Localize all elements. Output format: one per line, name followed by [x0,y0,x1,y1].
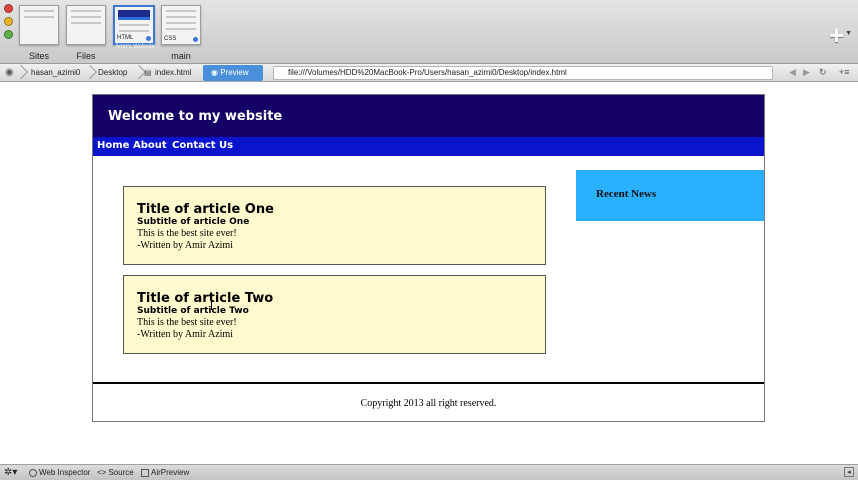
sidebar-title: Recent News [596,188,657,200]
airpreview-button[interactable]: AirPreview [141,465,189,480]
active-dot-icon [193,37,198,42]
crumb-separator-icon [134,64,142,82]
breadcrumb-item-file[interactable]: index.html [155,64,191,82]
breadcrumb-item-home[interactable]: hasan_azimi0 [31,64,80,82]
article-card: Title of article One Subtitle of article… [123,186,546,265]
css-document-thumbnail[interactable]: CSS [161,5,201,45]
article-body: This is the best site ever! [137,317,237,328]
url-field[interactable]: file:///Volumes/HDD%20MacBook-Pro/Users/… [273,66,773,80]
minimize-window-button[interactable] [4,17,13,26]
article-author: -Written by Amir Azimi [137,240,233,251]
recent-news-sidebar: Recent News [576,170,764,221]
airpreview-icon [141,468,149,477]
collapse-icon[interactable]: ◂ [844,467,854,477]
window-controls [4,4,13,43]
file-icon: ▤ [144,68,152,77]
close-window-button[interactable] [4,4,13,13]
back-icon[interactable]: ◀ [789,67,796,78]
sites-thumbnail[interactable] [19,5,59,45]
eye-icon[interactable]: ◉ [5,64,14,82]
article-subtitle: Subtitle of article One [137,217,250,227]
code-icon: <> [97,468,107,477]
settings-icon[interactable]: +≡ [839,67,850,77]
nav-link-contact[interactable]: Contact Us [172,140,233,151]
top-toolbar: Sites Files HTML Amir's Website CSS main… [0,0,858,64]
nav-link-about[interactable]: About [133,140,167,151]
add-tab-button[interactable]: + [829,20,844,51]
site-title: Welcome to my website [108,109,283,124]
breadcrumb-item-folder[interactable]: Desktop [98,64,127,82]
html-tag: HTML [117,35,134,41]
html-document-thumbnail[interactable]: HTML [113,5,155,45]
preview-label: Preview [220,68,249,77]
source-label: Source [108,468,134,477]
nav-link-home[interactable]: Home [97,140,129,151]
article-card: Title of article Two Subtitle of article… [123,275,546,354]
preview-button[interactable]: ◉ Preview [203,65,263,81]
preview-viewport: Welcome to my website Home About Contact… [0,83,858,464]
breadcrumb-bar: ◉ hasan_azimi0 Desktop ▤ index.html ◉ Pr… [0,64,858,82]
web-inspector-label: Web Inspector [39,468,91,477]
info-icon [29,468,37,477]
article-subtitle: Subtitle of article Two [137,306,249,316]
html-document-label: Amir's Website [115,44,155,50]
site-nav: Home About Contact Us [93,137,764,156]
css-tag: CSS [164,36,177,42]
gear-icon[interactable]: ✲▾ [4,465,17,480]
reload-icon[interactable]: ↻ [819,67,827,78]
chevron-down-icon[interactable]: ▼ [845,30,852,37]
article-title: Title of article Two [137,291,274,306]
url-text: file:///Volumes/HDD%20MacBook-Pro/Users/… [288,68,567,77]
footer-text: Copyright 2013 all right reserved. [360,398,497,409]
article-body: This is the best site ever! [137,228,237,239]
site-footer: Copyright 2013 all right reserved. [93,382,764,421]
forward-icon[interactable]: ▶ [803,67,810,78]
article-title: Title of article One [137,202,274,217]
eye-icon: ◉ [211,68,221,77]
crumb-separator-icon [85,64,93,82]
active-dot-icon [146,36,151,41]
status-bar: ✲▾ Web Inspector <> Source AirPreview ◂ [0,464,858,480]
web-inspector-button[interactable]: Web Inspector [29,465,90,480]
airpreview-label: AirPreview [151,468,190,477]
sites-label: Sites [28,51,49,61]
crumb-separator-icon [16,64,24,82]
website-container: Welcome to my website Home About Contact… [92,94,765,422]
text-cursor-icon [211,298,212,310]
css-document-label: main [171,51,191,61]
zoom-window-button[interactable] [4,30,13,39]
files-thumbnail[interactable] [66,5,106,45]
files-label: Files [76,51,96,61]
source-button[interactable]: <> Source [97,465,134,480]
article-author: -Written by Amir Azimi [137,329,233,340]
